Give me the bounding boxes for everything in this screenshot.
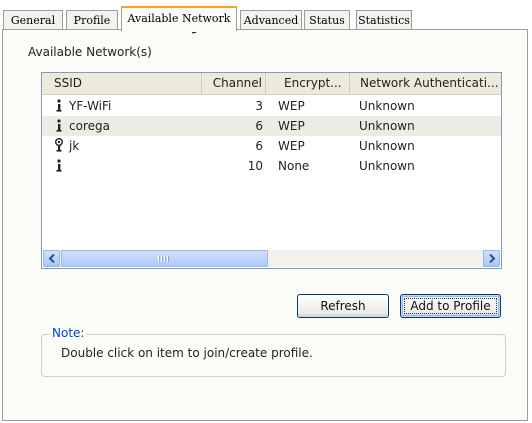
ssid-cell: YF-WiFi [69,99,112,113]
note-text: Double click on item to join/create prof… [61,346,313,360]
scroll-thumb[interactable] [61,250,268,267]
network-list[interactable]: SSID Channel Encrypt... Network Authenti… [41,72,502,269]
table-row[interactable]: jk 6 WEP Unknown [42,136,501,156]
scroll-left-button[interactable] [43,250,60,267]
channel-cell: 6 [255,139,263,153]
focus-ring [404,298,497,314]
encryption-cell: WEP [278,139,305,153]
tab-general[interactable]: General [3,10,63,30]
encryption-cell: None [278,159,310,173]
channel-cell: 3 [255,99,263,113]
table-row[interactable]: 10 None Unknown [42,156,501,176]
grip-icon [158,256,169,262]
tab-profile[interactable]: Profile [66,10,118,30]
column-header-encryption[interactable]: Encrypt... [266,73,350,94]
available-networks-label: Available Network(s) [28,45,152,59]
table-row[interactable]: corega 6 WEP Unknown [42,116,501,136]
signal-icon [54,118,66,132]
authentication-cell: Unknown [359,119,415,133]
encryption-cell: WEP [278,99,305,113]
secured-network-icon [54,138,66,152]
scroll-right-button[interactable] [483,250,500,267]
channel-cell: 10 [247,159,263,173]
signal-icon [54,158,66,172]
chevron-right-icon [489,254,496,263]
horizontal-scrollbar[interactable] [43,250,500,267]
channel-cell: 6 [255,119,263,133]
ssid-cell: corega [69,119,110,133]
note-title: Note: [50,326,87,340]
table-row[interactable]: YF-WiFi 3 WEP Unknown [42,96,501,116]
signal-icon [54,98,66,112]
column-header-channel[interactable]: Channel [202,73,266,94]
tab-available-network[interactable]: Available Network [121,6,237,32]
chevron-left-icon [48,254,55,263]
encryption-cell: WEP [278,119,305,133]
authentication-cell: Unknown [359,99,415,113]
refresh-button[interactable]: Refresh [297,294,389,318]
tab-status[interactable]: Status [304,10,350,30]
tab-statistics[interactable]: Statistics [356,10,412,30]
authentication-cell: Unknown [359,139,415,153]
column-header-ssid[interactable]: SSID [42,73,202,94]
column-header-network-authentication[interactable]: Network Authenticati... [350,73,501,94]
tab-strip: General Profile Available Network Advanc… [0,6,532,32]
tab-advanced[interactable]: Advanced [240,10,302,30]
authentication-cell: Unknown [359,159,415,173]
add-to-profile-button[interactable]: Add to Profile [400,294,501,318]
ssid-cell: jk [69,139,80,153]
list-header: SSID Channel Encrypt... Network Authenti… [42,73,501,95]
